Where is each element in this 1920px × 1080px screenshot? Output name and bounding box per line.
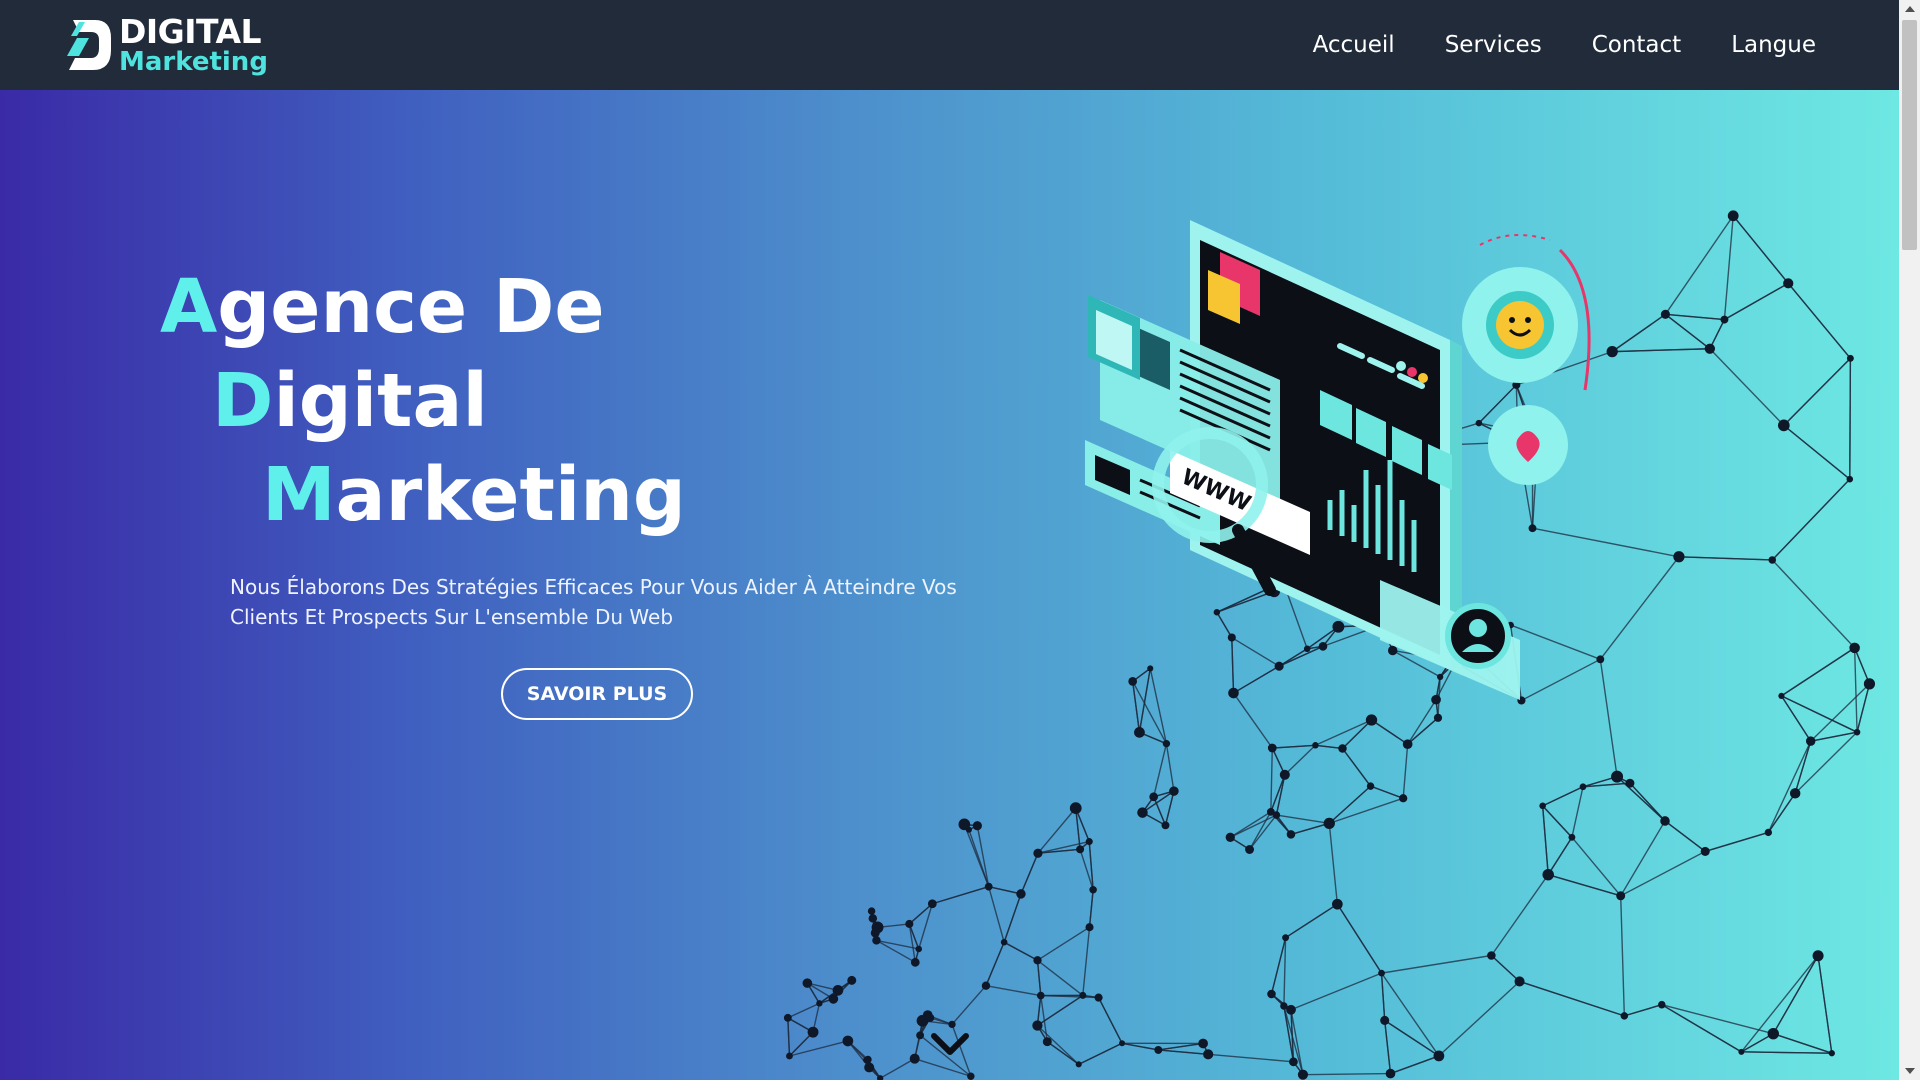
- title-initial-a: A: [160, 264, 218, 350]
- scrollbar-thumb[interactable]: [1902, 20, 1917, 250]
- hero-title: Agence De Digital Marketing: [160, 260, 686, 542]
- savoir-plus-button[interactable]: SAVOIR PLUS: [501, 668, 693, 720]
- title-line-2-text: igital: [273, 358, 488, 444]
- logo-word-digital: DIGITAL: [119, 12, 262, 51]
- title-line-1-text: gence De: [217, 264, 605, 350]
- main-nav: Accueil Services Contact Langue: [1313, 32, 1816, 58]
- digital-dashboard-illustration: WWW: [1085, 220, 1591, 700]
- nav-link-services[interactable]: Services: [1445, 32, 1542, 58]
- title-initial-m: M: [262, 452, 336, 538]
- scroll-up-arrow-icon[interactable]: [1899, 0, 1920, 18]
- hero-title-line-3: Marketing: [262, 448, 686, 542]
- vertical-scrollbar[interactable]: [1899, 0, 1920, 1080]
- title-line-3-text: arketing: [335, 452, 686, 538]
- nav-link-langue[interactable]: Langue: [1731, 32, 1816, 58]
- nav-link-accueil[interactable]: Accueil: [1313, 32, 1395, 58]
- logo-word-marketing: Marketing: [119, 47, 268, 77]
- d-logo-icon: [67, 20, 111, 70]
- site-logo[interactable]: DIGITAL Marketing: [65, 15, 268, 75]
- chevron-down-icon[interactable]: [928, 1030, 972, 1060]
- hero-section: Agence De Digital Marketing Nous Élaboro…: [0, 90, 1899, 1080]
- site-header: DIGITAL Marketing Accueil Services Conta…: [0, 0, 1899, 90]
- hero-title-line-1: Agence De: [160, 260, 686, 354]
- title-initial-d: D: [212, 358, 274, 444]
- hero-title-line-2: Digital: [212, 354, 686, 448]
- hero-subtitle: Nous Élaborons Des Stratégies Efficaces …: [230, 575, 957, 629]
- scroll-down-arrow-icon[interactable]: [1899, 1062, 1920, 1080]
- nav-link-contact[interactable]: Contact: [1592, 32, 1681, 58]
